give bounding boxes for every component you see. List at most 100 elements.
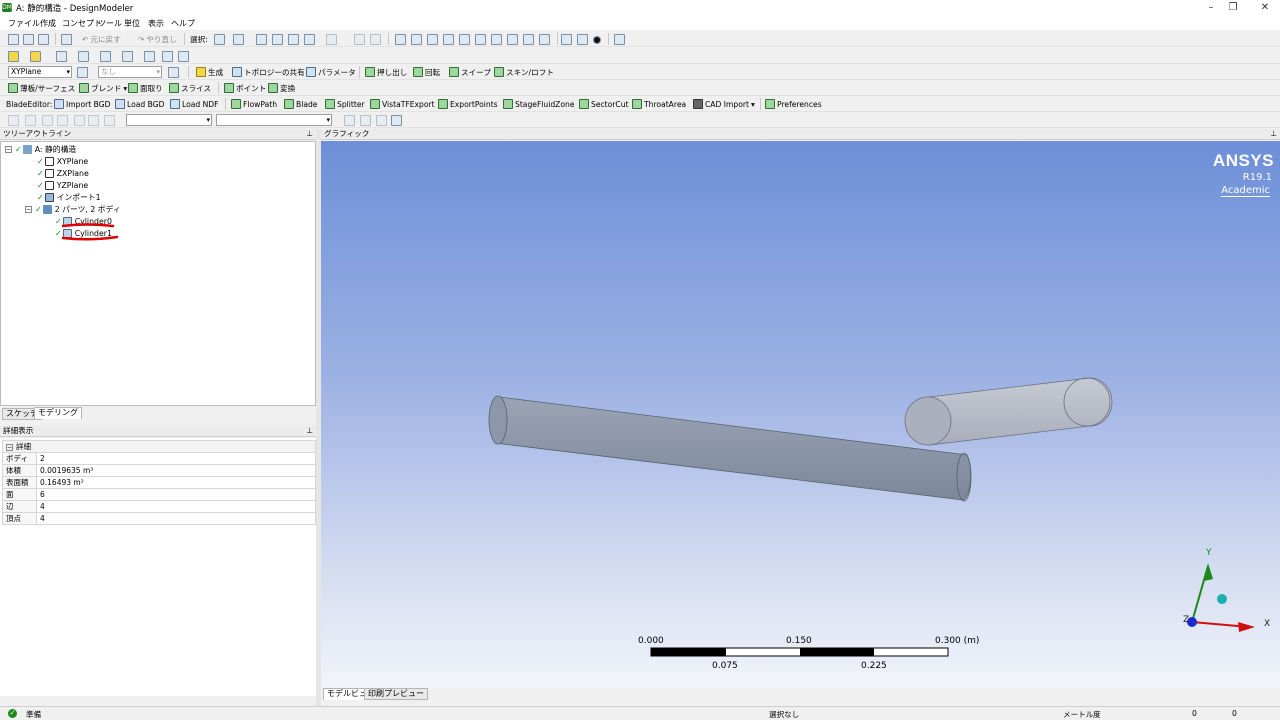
rotate-icon[interactable] bbox=[395, 34, 406, 45]
collapse-icon[interactable]: − bbox=[6, 444, 13, 451]
display-point-icon[interactable] bbox=[593, 36, 601, 44]
new-plane-button-icon[interactable] bbox=[77, 67, 88, 78]
sketch-arc-icon[interactable] bbox=[122, 51, 133, 62]
sector-cut-button[interactable]: SectorCut bbox=[579, 98, 629, 110]
revolve-button[interactable]: 回転 bbox=[413, 66, 440, 78]
sketch-spline-icon[interactable] bbox=[144, 51, 155, 62]
lookat-icon[interactable] bbox=[614, 34, 625, 45]
sketch-select[interactable]: なし ▾ bbox=[98, 66, 162, 78]
sketch-face-icon[interactable] bbox=[8, 51, 19, 62]
select-body-icon[interactable] bbox=[304, 34, 315, 45]
menu-concept[interactable]: コンセプト bbox=[62, 18, 102, 29]
select-mode-icon[interactable] bbox=[214, 34, 225, 45]
constraint-select[interactable]: ▾ bbox=[126, 114, 212, 126]
pin-icon[interactable]: ⊥ bbox=[306, 129, 313, 139]
zoom-box-icon[interactable] bbox=[443, 34, 454, 45]
share-topology-button[interactable]: トポロジーの共有 bbox=[232, 66, 305, 78]
constraint5-icon[interactable] bbox=[74, 115, 85, 126]
stage-fluid-button[interactable]: StageFluidZone bbox=[503, 98, 575, 110]
new-icon[interactable] bbox=[8, 34, 19, 45]
new-plane-icon[interactable] bbox=[56, 51, 67, 62]
zoom-out-icon[interactable] bbox=[507, 34, 518, 45]
select-point-icon[interactable] bbox=[256, 34, 267, 45]
sketch-pen-icon[interactable] bbox=[162, 51, 173, 62]
edit2-icon[interactable] bbox=[360, 115, 371, 126]
extend-selection-icon[interactable] bbox=[326, 34, 337, 45]
zoom-fit-icon[interactable] bbox=[475, 34, 486, 45]
save-as-icon[interactable] bbox=[38, 34, 49, 45]
menu-tools[interactable]: ツール bbox=[98, 18, 122, 29]
dimension-select[interactable]: ▾ bbox=[216, 114, 332, 126]
import-bgd-button[interactable]: Import BGD bbox=[54, 98, 110, 110]
menu-view[interactable]: 表示 bbox=[148, 18, 164, 29]
edit-icon[interactable] bbox=[344, 115, 355, 126]
chamfer-button[interactable]: 面取り bbox=[128, 82, 163, 94]
pan-icon[interactable] bbox=[411, 34, 422, 45]
view-options-icon[interactable] bbox=[539, 34, 550, 45]
skin-loft-button[interactable]: スキン/ロフト bbox=[494, 66, 554, 78]
detail-value[interactable]: 0.16493 m² bbox=[36, 476, 316, 489]
close-icon[interactable]: ✕ bbox=[1250, 0, 1280, 16]
triad-icon[interactable] bbox=[561, 34, 572, 45]
pin-icon[interactable]: ⊥ bbox=[306, 426, 313, 436]
blade-button[interactable]: Blade bbox=[284, 98, 317, 110]
box-select2-icon[interactable] bbox=[370, 34, 381, 45]
undo-button[interactable]: ↶ 元に戻す bbox=[82, 33, 121, 45]
load-bgd-button[interactable]: Load BGD bbox=[115, 98, 164, 110]
throat-area-button[interactable]: ThroatArea bbox=[632, 98, 686, 110]
extrude-button[interactable]: 押し出し bbox=[365, 66, 407, 78]
sweep-button[interactable]: スイープ bbox=[449, 66, 491, 78]
detail-value[interactable]: 0.0019635 m³ bbox=[36, 464, 316, 477]
detail-value[interactable]: 4 bbox=[36, 500, 316, 513]
constraint6-icon[interactable] bbox=[88, 115, 99, 126]
parameters-button[interactable]: パラメータ bbox=[306, 66, 356, 78]
redo-button[interactable]: ↷ やり直し bbox=[138, 33, 177, 45]
pin-icon[interactable]: ⊥ bbox=[1270, 129, 1277, 139]
sketch-line-icon[interactable] bbox=[100, 51, 111, 62]
slice-button[interactable]: スライス bbox=[169, 82, 211, 94]
edit3-icon[interactable] bbox=[376, 115, 387, 126]
save-icon[interactable] bbox=[23, 34, 34, 45]
menu-file[interactable]: ファイル bbox=[8, 18, 40, 29]
generate-button[interactable]: 生成 bbox=[196, 66, 223, 78]
detail-value[interactable]: 2 bbox=[36, 452, 316, 465]
select-edge-icon[interactable] bbox=[272, 34, 283, 45]
tab-modeling[interactable]: モデリング bbox=[34, 407, 82, 419]
screenshot-icon[interactable] bbox=[61, 34, 72, 45]
sketch-edge-icon[interactable] bbox=[30, 51, 41, 62]
zoom-icon[interactable] bbox=[427, 34, 438, 45]
cylinder0-body[interactable] bbox=[488, 395, 972, 502]
constraint4-icon[interactable] bbox=[57, 115, 68, 126]
vistatf-button[interactable]: VistaTFExport bbox=[370, 98, 435, 110]
edit4-icon[interactable] bbox=[391, 115, 402, 126]
point-button[interactable]: ポイント bbox=[224, 82, 266, 94]
magnifier-icon[interactable] bbox=[491, 34, 502, 45]
new-sketch-button-icon[interactable] bbox=[168, 67, 179, 78]
detail-value[interactable]: 4 bbox=[36, 512, 316, 525]
cad-import-button[interactable]: CAD Import ▾ bbox=[693, 98, 755, 110]
thin-surface-button[interactable]: 薄板/サーフェス bbox=[8, 82, 75, 94]
export-points-button[interactable]: ExportPoints bbox=[438, 98, 498, 110]
detail-value[interactable]: 6 bbox=[36, 488, 316, 501]
restore-icon[interactable]: ❐ bbox=[1218, 0, 1248, 16]
preferences-button[interactable]: Preferences bbox=[765, 98, 822, 110]
tab-print-preview[interactable]: 印刷プレビュー bbox=[364, 688, 428, 700]
splitter-button[interactable]: Splitter bbox=[325, 98, 365, 110]
cylinder1-body[interactable] bbox=[904, 377, 1113, 446]
constraint2-icon[interactable] bbox=[25, 115, 36, 126]
menu-help[interactable]: ヘルプ bbox=[171, 18, 195, 29]
transform-button[interactable]: 変換 bbox=[268, 82, 295, 94]
select-face-icon[interactable] bbox=[288, 34, 299, 45]
menu-units[interactable]: 単位 bbox=[124, 18, 140, 29]
zoom-in-icon[interactable] bbox=[459, 34, 470, 45]
select-filter-icon[interactable] bbox=[233, 34, 244, 45]
zoom-prev-icon[interactable] bbox=[523, 34, 534, 45]
load-ndf-button[interactable]: Load NDF bbox=[170, 98, 219, 110]
constraint3-icon[interactable] bbox=[42, 115, 53, 126]
display-model-icon[interactable] bbox=[577, 34, 588, 45]
constraint-icon[interactable] bbox=[8, 115, 19, 126]
constraint7-icon[interactable] bbox=[104, 115, 115, 126]
box-select-icon[interactable] bbox=[354, 34, 365, 45]
menu-create[interactable]: 作成 bbox=[40, 18, 56, 29]
flowpath-button[interactable]: FlowPath bbox=[231, 98, 277, 110]
